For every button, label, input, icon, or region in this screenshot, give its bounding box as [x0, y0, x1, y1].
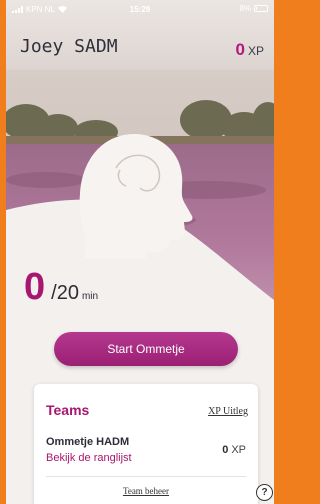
battery-icon	[254, 5, 268, 12]
team-xp-unit: XP	[231, 444, 246, 456]
team-xp-value: 0	[222, 444, 229, 456]
battery-fill	[256, 7, 257, 10]
user-name: Joey SADM	[20, 36, 118, 57]
head-silhouette-icon	[79, 134, 193, 258]
user-xp-value: 0	[235, 40, 245, 59]
help-icon[interactable]: ?	[256, 484, 273, 501]
battery-percentage: 8%	[239, 4, 251, 13]
start-ommetje-button[interactable]: Start Ommetje	[54, 332, 238, 366]
teams-title: Teams	[46, 402, 90, 418]
team-manage-link[interactable]: Team beheer	[34, 486, 258, 496]
team-name: Ommetje HADM	[46, 436, 130, 448]
team-xp: 0 XP	[222, 444, 246, 456]
xp-info-link[interactable]: XP Uitleg	[208, 406, 248, 417]
app-screen: KPN NL 15:29 8% Joey SADM 0 XP 0/20 min St…	[6, 0, 274, 504]
status-bar: KPN NL 15:29 8%	[6, 0, 274, 18]
user-xp: 0 XP	[236, 40, 264, 60]
minutes-goal: /20	[51, 282, 79, 304]
divider	[46, 476, 246, 477]
walk-minutes-progress: 0/20 min	[24, 266, 98, 309]
teams-card: Teams XP Uitleg Ommetje HADM Bekijk de r…	[34, 384, 258, 504]
ranking-link[interactable]: Bekijk de ranglijst	[46, 452, 132, 464]
minutes-unit: min	[81, 291, 99, 302]
minutes-done: 0	[24, 266, 46, 308]
clock: 15:29	[129, 5, 151, 14]
user-xp-unit: XP	[247, 44, 264, 58]
